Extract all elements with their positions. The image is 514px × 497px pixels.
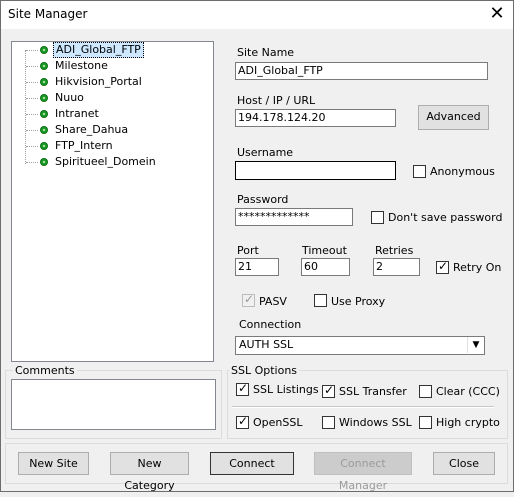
- openssl-label: OpenSSL: [253, 416, 303, 429]
- ssl-transfer-label: SSL Transfer: [339, 385, 407, 398]
- ssl-options-label: SSL Options: [229, 364, 300, 377]
- site-status-icon: [40, 78, 48, 86]
- tree-item-adi-global-ftp[interactable]: ADI_Global_FTP: [12, 42, 212, 58]
- tree-item-milestone[interactable]: Milestone: [12, 58, 212, 74]
- tree-item-label: FTP_Intern: [55, 139, 113, 152]
- site-status-icon: [40, 46, 48, 54]
- port-input[interactable]: 21: [235, 258, 279, 276]
- ssl-listings-checkbox[interactable]: [236, 381, 249, 396]
- use-proxy-label: Use Proxy: [331, 295, 386, 308]
- ssl-separator: [232, 406, 494, 408]
- retry-on-checkbox[interactable]: [436, 259, 449, 274]
- windows-ssl-radio[interactable]: [322, 416, 335, 429]
- dont-save-password-checkbox[interactable]: [371, 211, 384, 224]
- site-status-icon: [40, 94, 48, 102]
- tree-item-spiritueel-domein[interactable]: Spiritueel_Domein: [12, 154, 212, 170]
- use-proxy-checkbox[interactable]: [314, 294, 327, 307]
- tree-item-ftp-intern[interactable]: FTP_Intern: [12, 138, 212, 154]
- comments-label: Comments: [13, 364, 77, 377]
- pasv-label: PASV: [259, 295, 287, 308]
- ssl-transfer-checkbox[interactable]: [322, 383, 335, 398]
- chevron-down-icon[interactable]: ▼: [467, 337, 484, 353]
- timeout-input[interactable]: 60: [301, 258, 350, 276]
- site-status-icon: [40, 110, 48, 118]
- ssl-listings-label: SSL Listings: [253, 383, 319, 396]
- password-input[interactable]: *************: [235, 208, 353, 226]
- openssl-radio[interactable]: [236, 414, 249, 429]
- tree-item-label: ADI_Global_FTP: [53, 42, 144, 58]
- window-title: Site Manager: [8, 7, 88, 21]
- site-name-input[interactable]: ADI_Global_FTP: [235, 62, 488, 80]
- retries-label: Retries: [375, 244, 414, 257]
- anonymous-checkbox[interactable]: [413, 165, 426, 178]
- site-status-icon: [40, 126, 48, 134]
- connection-select[interactable]: AUTH SSL: [235, 336, 485, 355]
- tree-item-intranet[interactable]: Intranet: [12, 106, 212, 122]
- tree-item-nuuo[interactable]: Nuuo: [12, 90, 212, 106]
- site-status-icon: [40, 142, 48, 150]
- port-label: Port: [237, 244, 259, 257]
- anonymous-label: Anonymous: [430, 165, 495, 178]
- tree-list: ADI_Global_FTP Milestone Hikvision_Porta…: [12, 42, 212, 170]
- tree-item-label: Share_Dahua: [55, 123, 129, 136]
- tree-item-label: Milestone: [55, 59, 108, 72]
- close-icon[interactable]: ✕: [486, 4, 508, 24]
- site-name-label: Site Name: [237, 46, 295, 59]
- connect-button[interactable]: Connect: [210, 452, 294, 475]
- windows-ssl-label: Windows SSL: [339, 416, 412, 429]
- high-crypto-label: High crypto: [436, 416, 500, 429]
- tree-item-hikvision-portal[interactable]: Hikvision_Portal: [12, 74, 212, 90]
- advanced-button[interactable]: Advanced: [418, 105, 489, 130]
- comments-textarea[interactable]: [11, 379, 216, 430]
- clear-ccc-label: Clear (CCC): [436, 385, 500, 398]
- pasv-checkbox[interactable]: [242, 292, 255, 307]
- clear-ccc-checkbox[interactable]: [419, 385, 432, 398]
- high-crypto-checkbox[interactable]: [419, 416, 432, 429]
- connection-select-value: AUTH SSL: [239, 338, 294, 351]
- connect-manager-button[interactable]: Connect Manager: [314, 452, 412, 492]
- site-status-icon: [40, 158, 48, 166]
- host-input[interactable]: 194.178.124.20: [235, 109, 396, 127]
- tree-item-label: Nuuo: [55, 91, 84, 104]
- tree-item-label: Hikvision_Portal: [55, 75, 142, 88]
- tree-item-label: Spiritueel_Domein: [55, 155, 156, 168]
- dont-save-password-label: Don't save password: [388, 211, 503, 224]
- timeout-label: Timeout: [302, 244, 347, 257]
- site-status-icon: [40, 62, 48, 70]
- username-input[interactable]: [235, 161, 396, 180]
- retry-on-label: Retry On: [453, 261, 502, 274]
- close-button[interactable]: Close: [433, 452, 495, 475]
- username-label: Username: [237, 146, 294, 159]
- retries-input[interactable]: 2: [373, 258, 420, 276]
- password-label: Password: [237, 193, 289, 206]
- host-label: Host / IP / URL: [237, 94, 316, 107]
- new-category-button[interactable]: New Category: [110, 452, 189, 492]
- tree-item-share-dahua[interactable]: Share_Dahua: [12, 122, 212, 138]
- new-site-button[interactable]: New Site: [18, 452, 89, 475]
- connection-label: Connection: [239, 318, 302, 331]
- tree-item-label: Intranet: [55, 107, 99, 120]
